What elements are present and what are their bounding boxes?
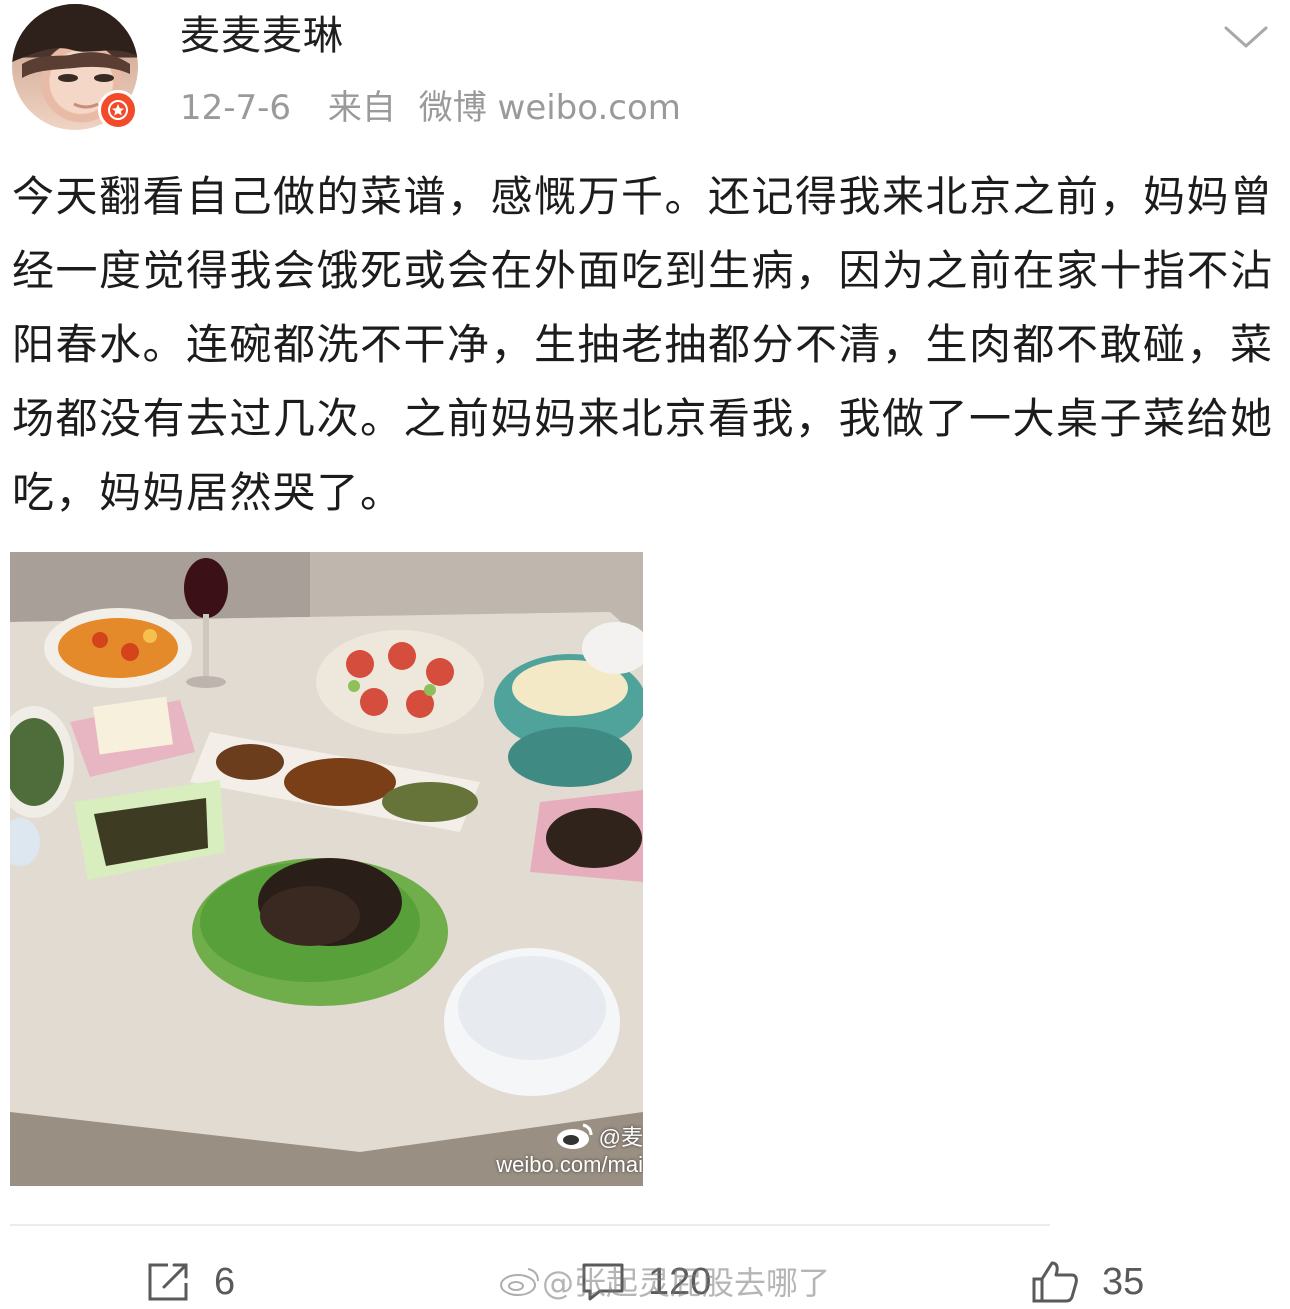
overlay-watermark: @张起灵屁股去哪了 [498, 1258, 830, 1304]
repost-icon [148, 1263, 188, 1301]
repost-count: 6 [214, 1260, 236, 1303]
overlay-watermark-text: @张起灵屁股去哪了 [542, 1264, 831, 1302]
post-meta: 12-7-6 来自 微博 weibo.com [180, 86, 707, 130]
image-watermark: @麦 weibo.com/mai [496, 1120, 643, 1178]
user-name[interactable]: 麦麦麦琳 [180, 10, 344, 62]
verified-badge-icon [98, 90, 138, 130]
food-photo-icon [10, 552, 643, 1186]
divider [10, 1224, 1050, 1226]
thumbs-up-icon [1032, 1261, 1078, 1303]
like-count: 35 [1102, 1260, 1145, 1303]
image-watermark-url: weibo.com/mai [496, 1152, 643, 1177]
repost-button[interactable]: 6 [146, 1256, 235, 1308]
post-text: 今天翻看自己做的菜谱，感慨万千。还记得我来北京之前，妈妈曾经一度觉得我会饿死或会… [12, 172, 1274, 517]
post-source-prefix: 来自 [327, 88, 396, 128]
weibo-logo-icon [500, 1268, 539, 1296]
chevron-down-icon[interactable] [1222, 24, 1270, 52]
post-image[interactable]: @麦 weibo.com/mai [10, 552, 643, 1186]
post-date: 12-7-6 [180, 88, 292, 128]
post-source[interactable]: 微博 weibo.com [419, 88, 681, 128]
weibo-logo-icon [556, 1123, 593, 1149]
image-watermark-handle: @麦 [598, 1125, 643, 1150]
like-button[interactable]: 35 [1030, 1256, 1144, 1308]
